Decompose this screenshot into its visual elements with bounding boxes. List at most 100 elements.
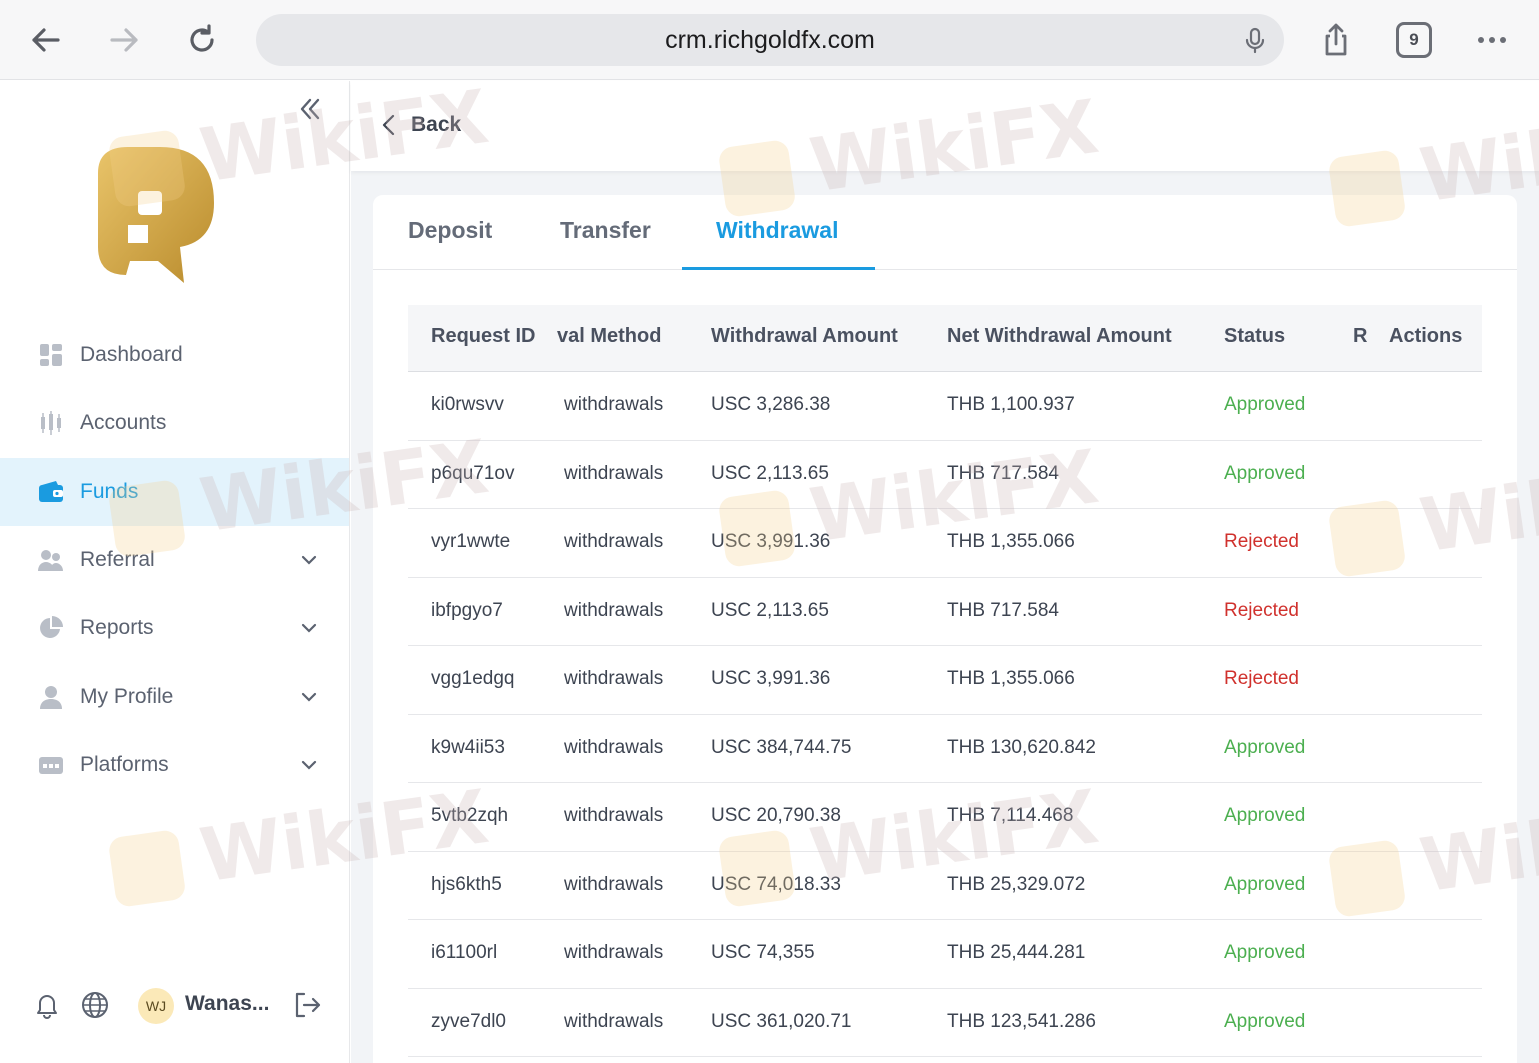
chevron-down-icon (301, 760, 317, 770)
reload-icon[interactable] (180, 18, 224, 62)
withdrawal-amount-cell: USC 20,790.38 (711, 805, 841, 826)
request-id-cell: p6qu71ov (431, 462, 515, 484)
logout-icon[interactable] (292, 990, 322, 1020)
table-row[interactable]: vgg1edgq withdrawals USC 3,991.36 THB 1,355… (408, 646, 1482, 715)
net-amount-cell: THB 717.584 (947, 599, 1059, 621)
globe-icon[interactable] (80, 990, 110, 1020)
more-icon[interactable] (1470, 18, 1514, 62)
method-cell: withdrawals (564, 736, 664, 758)
sidebar-item-label: Funds (80, 480, 139, 503)
request-id-cell: zyve7dl0 (431, 1010, 506, 1032)
table-row[interactable]: ibfpgyo7 withdrawals USC 2,113.65 THB 717.5… (408, 578, 1482, 646)
wallet-icon (39, 481, 63, 502)
method-cell: withdrawals (564, 668, 664, 689)
net-amount-cell: THB 25,444.281 (947, 942, 1086, 963)
request-id-cell: i61100rl (431, 942, 498, 963)
sidebar-item-platforms[interactable]: Platforms (0, 731, 349, 799)
back-arrow-icon[interactable] (24, 18, 68, 62)
active-tab-indicator (682, 267, 875, 270)
avatar[interactable]: WJ (138, 988, 174, 1024)
tab-transfer[interactable]: Transfer (560, 217, 651, 244)
request-id-cell: vyr1wwte (431, 531, 511, 552)
sidebar-item-funds[interactable]: Funds (0, 458, 349, 526)
request-id-cell: vgg1edgq (431, 668, 515, 689)
sidebar-item-my-profile[interactable]: My Profile (0, 663, 349, 731)
table-row[interactable]: p6qu71ov withdrawals USC 2,113.65 THB 717.5… (408, 441, 1482, 509)
method-cell: withdrawals (564, 394, 664, 415)
chevron-down-icon (301, 692, 317, 702)
table-row[interactable]: k9w4ii53 withdrawals USC 384,744.75 THB 130… (408, 715, 1482, 783)
method-cell: withdrawals (564, 805, 664, 826)
sidebar-item-reports[interactable]: Reports (0, 594, 349, 662)
column-header[interactable]: Net Withdrawal Amount (947, 325, 1172, 348)
back-bar: Back (351, 81, 1539, 171)
main-content: Back Deposit Transfer Withdrawal Request… (351, 81, 1539, 1063)
net-amount-cell: THB 25,329.072 (947, 873, 1086, 895)
platforms-icon (39, 757, 63, 774)
address-bar[interactable]: crm.richgoldfx.com (256, 14, 1284, 66)
withdrawal-amount-cell: USC 3,286.38 (711, 394, 831, 415)
chevron-down-icon (301, 623, 317, 633)
method-cell: withdrawals (564, 462, 664, 484)
user-name[interactable]: Wanas... (185, 992, 269, 1016)
net-amount-cell: THB 130,620.842 (947, 736, 1096, 758)
sidebar-item-label: My Profile (80, 685, 174, 708)
withdrawal-amount-cell: USC 384,744.75 (711, 736, 852, 758)
column-header[interactable]: Actions (1389, 325, 1462, 348)
column-header[interactable]: R (1353, 325, 1367, 348)
tabs-button[interactable]: 9 (1396, 22, 1432, 58)
status-cell: Approved (1224, 462, 1306, 484)
net-amount-cell: THB 1,100.937 (947, 394, 1075, 415)
table-row[interactable]: ki0rwsvv withdrawals USC 3,286.38 THB 1,100… (408, 372, 1482, 441)
chevron-down-icon (301, 555, 317, 565)
column-header[interactable]: val Method (557, 325, 661, 348)
forward-arrow-icon[interactable] (102, 18, 146, 62)
sidebar-item-label: Referral (80, 548, 155, 571)
sidebar-item-accounts[interactable]: Accounts (0, 389, 349, 457)
status-cell: Approved (1224, 873, 1306, 895)
sidebar-item-label: Accounts (80, 411, 167, 434)
sidebar-item-label: Reports (80, 616, 154, 639)
chevron-left-icon[interactable] (379, 113, 399, 137)
column-header[interactable]: Request ID (431, 325, 535, 348)
table-row[interactable]: zyve7dl0 withdrawals USC 361,020.71 THB 123… (408, 989, 1482, 1057)
back-button[interactable]: Back (411, 113, 461, 137)
sidebar-footer: WJ Wanas... (0, 968, 349, 1063)
net-amount-cell: THB 123,541.286 (947, 1010, 1096, 1032)
referral-icon (38, 550, 63, 571)
sidebar-item-dashboard[interactable]: Dashboard (0, 321, 349, 389)
request-id-cell: k9w4ii53 (431, 736, 505, 758)
funds-card: Deposit Transfer Withdrawal Request ID v… (373, 195, 1517, 1063)
sidebar: Dashboard Accounts Funds Referral Report… (0, 81, 350, 1063)
net-amount-cell: THB 717.584 (947, 462, 1059, 484)
tab-deposit[interactable]: Deposit (408, 217, 492, 244)
status-cell: Approved (1224, 805, 1306, 826)
method-cell: withdrawals (564, 873, 664, 895)
table-row[interactable]: i61100rl withdrawals USC 74,355 THB 25,444.… (408, 920, 1482, 989)
sidebar-item-referral[interactable]: Referral (0, 526, 349, 594)
microphone-icon[interactable] (1240, 25, 1270, 55)
collapse-sidebar-icon[interactable] (296, 95, 324, 123)
withdrawal-amount-cell: USC 74,355 (711, 942, 815, 963)
column-header[interactable]: Status (1224, 325, 1285, 348)
browser-toolbar: crm.richgoldfx.com 9 (0, 0, 1539, 80)
status-cell: Approved (1224, 736, 1306, 758)
table-row[interactable]: vyr1wwte withdrawals USC 3,991.36 THB 1,355… (408, 509, 1482, 578)
tab-withdrawal[interactable]: Withdrawal (716, 217, 838, 244)
withdrawal-amount-cell: USC 361,020.71 (711, 1010, 852, 1032)
method-cell: withdrawals (564, 531, 664, 552)
column-header[interactable]: Withdrawal Amount (711, 325, 898, 348)
bell-icon[interactable] (32, 990, 62, 1020)
funds-tabs: Deposit Transfer Withdrawal (373, 195, 1517, 270)
table-header: Request ID val Method Withdrawal Amount … (408, 305, 1482, 372)
share-icon[interactable] (1314, 18, 1358, 62)
url-text: crm.richgoldfx.com (665, 25, 875, 54)
request-id-cell: hjs6kth5 (431, 873, 502, 895)
table-row[interactable]: hjs6kth5 withdrawals USC 74,018.33 THB 25,3… (408, 852, 1482, 920)
richgold-logo (98, 147, 214, 283)
withdrawal-amount-cell: USC 3,991.36 (711, 668, 831, 689)
table-row[interactable]: 5vtb2zqh withdrawals USC 20,790.38 THB 7,11… (408, 783, 1482, 852)
net-amount-cell: THB 1,355.066 (947, 531, 1075, 552)
user-icon (40, 686, 62, 709)
method-cell: withdrawals (564, 942, 664, 963)
